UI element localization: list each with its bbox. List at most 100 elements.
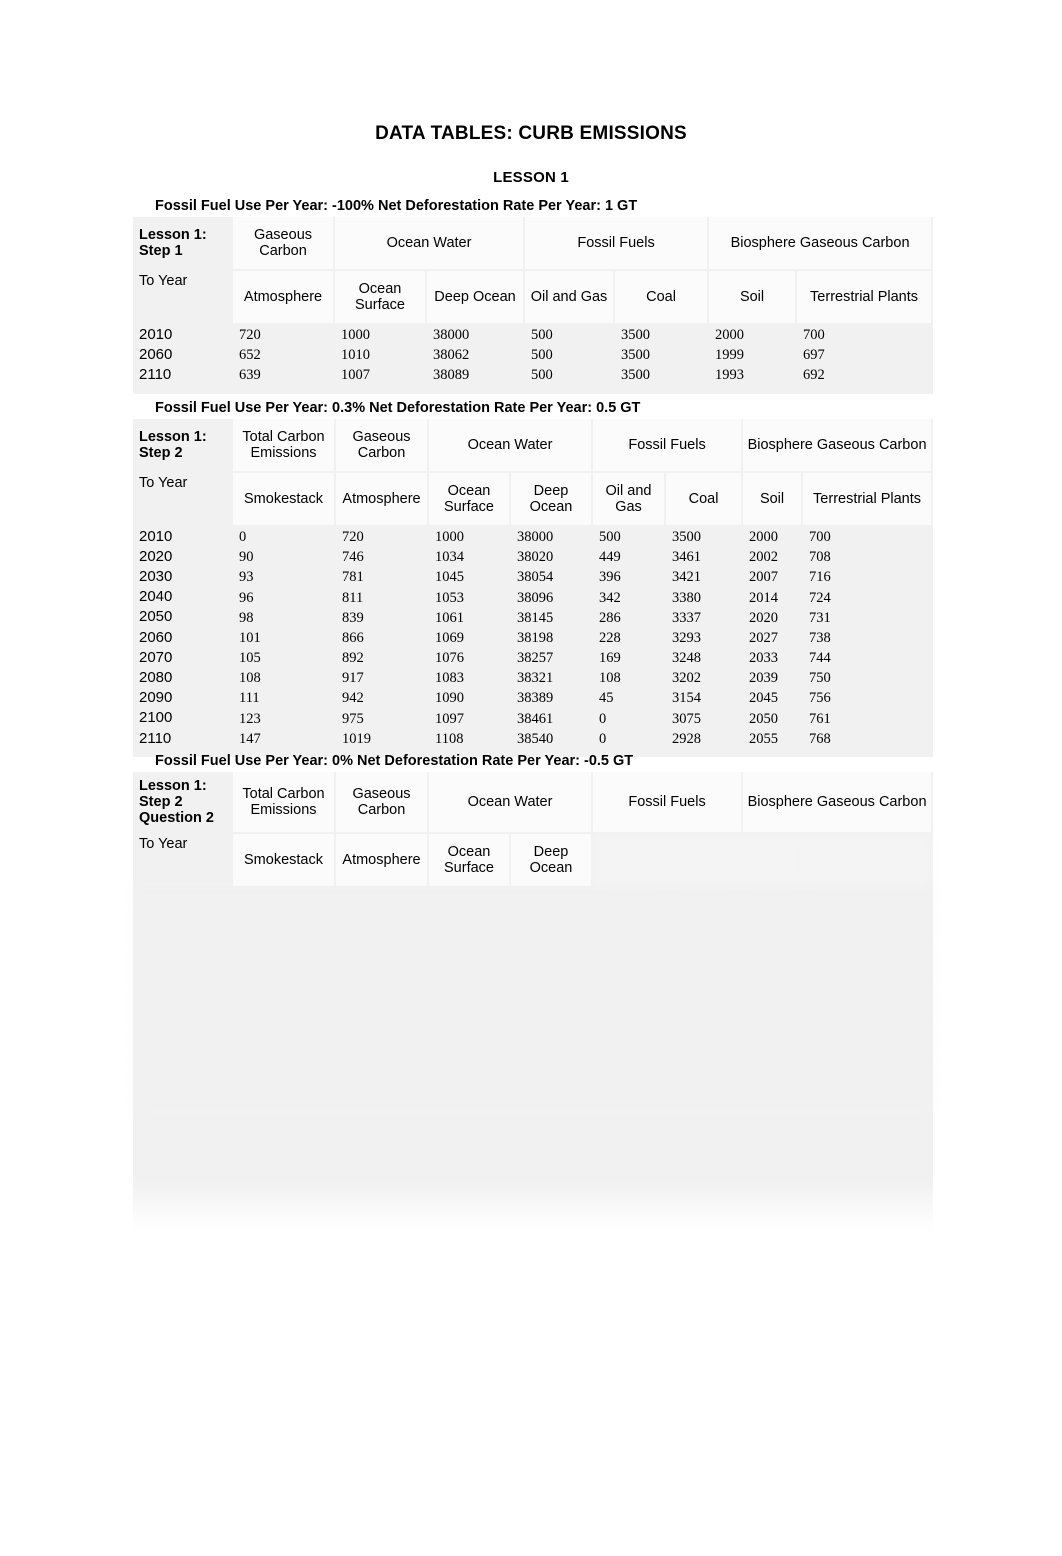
cell-value: 2045 [743, 688, 804, 709]
cell-value: 975 [336, 708, 429, 729]
table-block-1: Fossil Fuel Use Per Year: -100% Net Defo… [133, 198, 934, 394]
cell-value: 123 [233, 708, 336, 729]
cell-value: 38540 [511, 728, 594, 750]
cell-value [803, 1069, 934, 1090]
cell-value: 38321 [511, 668, 594, 689]
table-2-col-deep-ocean: Deep Ocean [511, 473, 594, 527]
cell-value [336, 1009, 429, 1030]
cell-value [666, 1069, 744, 1090]
table-row: 2050 98 839 1061 38145 286 3337 2020 731 [133, 607, 934, 628]
cell-value [233, 948, 336, 969]
table-1-corner-label: Lesson 1: Step 1 [133, 217, 233, 271]
page-title: DATA TABLES: CURB EMISSIONS [375, 123, 687, 144]
cell-value [743, 988, 804, 1010]
table-1-col-terrestrial-plants: Terrestrial Plants [797, 271, 934, 325]
table-1-col-ocean-surface: Ocean Surface [335, 271, 427, 325]
table-2-col-atmosphere: Atmosphere [336, 473, 429, 527]
cell-value [336, 888, 429, 909]
cell-value: 2002 [743, 547, 804, 568]
cell-value [803, 1009, 934, 1030]
cell-value: 38389 [511, 688, 594, 709]
cell-value: 500 [593, 527, 667, 548]
cell-value [233, 1069, 336, 1090]
table-row [133, 1089, 934, 1111]
page-subtitle: LESSON 1 [493, 169, 569, 186]
cell-value [593, 1009, 667, 1030]
cell-value [233, 908, 336, 929]
cell-year: 2010 [133, 325, 233, 346]
cell-value: 3380 [666, 587, 744, 608]
cell-value [743, 1049, 804, 1070]
cell-value [593, 1049, 667, 1070]
cell-value: 105 [233, 648, 336, 669]
cell-year: 2040 [133, 587, 233, 608]
cell-value [511, 888, 594, 909]
cell-value: 38461 [511, 708, 594, 729]
cell-year [133, 928, 233, 949]
cell-value: 750 [803, 668, 934, 689]
cell-value: 731 [803, 607, 934, 628]
cell-value: 3421 [666, 567, 744, 588]
cell-value: 3154 [666, 688, 744, 709]
cell-value: 45 [593, 688, 667, 709]
cell-value: 38020 [511, 547, 594, 568]
cell-value: 38096 [511, 587, 594, 608]
table-2-group-header-row: Lesson 1: Step 2 Total Carbon Emissions … [133, 419, 934, 473]
cell-value: 1083 [429, 668, 511, 689]
cell-value: 3500 [615, 345, 710, 366]
cell-value: 2033 [743, 648, 804, 669]
cell-year: 2010 [133, 527, 233, 548]
cell-year: 2110 [133, 728, 233, 750]
table-row: 2010 0 720 1000 38000 500 3500 2000 700 [133, 527, 934, 548]
table-2: Lesson 1: Step 2 Total Carbon Emissions … [133, 419, 934, 758]
cell-value [233, 1049, 336, 1070]
cell-value [743, 888, 804, 909]
table-2-caption: Fossil Fuel Use Per Year: 0.3% Net Defor… [155, 400, 641, 416]
table-3-to-year-label: To Year [133, 834, 233, 888]
cell-year: 2070 [133, 648, 233, 669]
cell-value: 2027 [743, 627, 804, 649]
cell-value [743, 968, 804, 989]
table-row [133, 888, 934, 909]
table-2-group-ocean-water: Ocean Water [429, 419, 594, 473]
table-2-col-coal: Coal [666, 473, 744, 527]
table-1-bottom-spacer [133, 385, 934, 394]
cell-value: 0 [233, 527, 336, 548]
cell-value [233, 968, 336, 989]
table-3-col-deep-ocean: Deep Ocean [511, 834, 594, 888]
cell-value [666, 928, 744, 949]
cell-value [511, 1029, 594, 1050]
table-3: Lesson 1: Step 2 Question 2 Total Carbon… [133, 772, 934, 1241]
cell-value: 96 [233, 587, 336, 608]
cell-value: 724 [803, 587, 934, 608]
cell-value: 746 [336, 547, 429, 568]
cell-value [511, 908, 594, 929]
table-3-caption: Fossil Fuel Use Per Year: 0% Net Defores… [155, 753, 634, 769]
cell-value [803, 1029, 934, 1050]
cell-year: 2060 [133, 345, 233, 366]
cell-value: 720 [233, 325, 335, 346]
table-1: Lesson 1: Step 1 Gaseous Carbon Ocean Wa… [133, 217, 934, 394]
cell-value: 3075 [666, 708, 744, 729]
cell-value [233, 1029, 336, 1050]
cell-value: 147 [233, 728, 336, 750]
cell-value: 1053 [429, 587, 511, 608]
cell-value [511, 988, 594, 1010]
cell-value: 1007 [335, 365, 427, 386]
cell-value [233, 988, 336, 1010]
cell-value: 2000 [743, 527, 804, 548]
cell-value: 1000 [335, 325, 427, 346]
table-3-col-atmosphere: Atmosphere [336, 834, 429, 888]
cell-value: 1019 [336, 728, 429, 750]
cell-value: 2000 [709, 325, 798, 346]
table-block-3: Fossil Fuel Use Per Year: 0% Net Defores… [133, 753, 934, 1241]
cell-value: 2007 [743, 567, 804, 588]
cell-value: 1010 [335, 345, 427, 366]
table-2-column-header-row: To Year Smokestack Atmosphere Ocean Surf… [133, 473, 934, 527]
cell-value [336, 988, 429, 1010]
table-3-group-header-row: Lesson 1: Step 2 Question 2 Total Carbon… [133, 772, 934, 834]
cell-value: 1034 [429, 547, 511, 568]
table-row: 2040 96 811 1053 38096 342 3380 2014 724 [133, 587, 934, 608]
cell-value [593, 988, 667, 1010]
cell-value: 1097 [429, 708, 511, 729]
